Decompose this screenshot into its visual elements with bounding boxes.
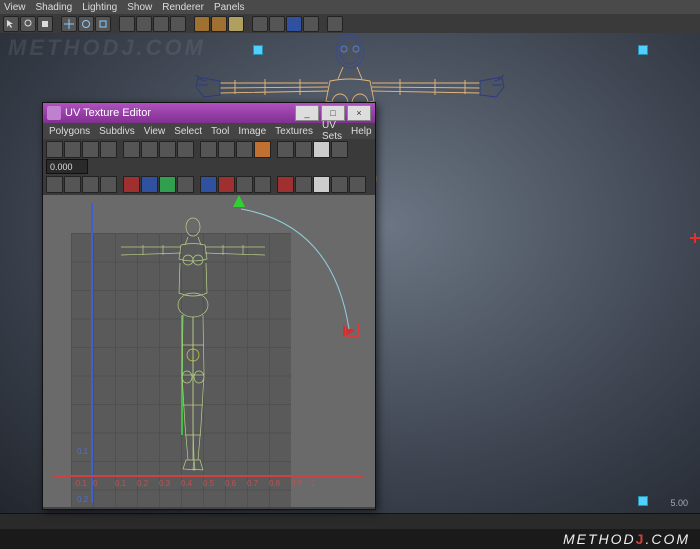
- uv-rgb-chan-btn[interactable]: [313, 176, 330, 193]
- shelf-select-icon[interactable]: [3, 16, 19, 32]
- uv-tick-x7: 0.6: [225, 479, 236, 488]
- uv-tick-x6: 0.5: [203, 479, 214, 488]
- uv-comp-edge-btn[interactable]: [141, 176, 158, 193]
- uv-shade-btn[interactable]: [313, 141, 330, 158]
- manip-handle-br[interactable]: [638, 496, 648, 506]
- move-x-handle[interactable]: [345, 323, 359, 337]
- uv-comp-face-btn[interactable]: [159, 176, 176, 193]
- uv-menu-textures[interactable]: Textures: [275, 126, 313, 137]
- uv-row2-3[interactable]: [82, 176, 99, 193]
- uv-tool-2[interactable]: [64, 141, 81, 158]
- uv-shell-wireframe[interactable]: [103, 215, 283, 473]
- uv-tick-x3: 0.2: [137, 479, 148, 488]
- uv-tick-y1: 0.1: [77, 447, 88, 456]
- uv-menu-tool[interactable]: Tool: [211, 126, 229, 137]
- uv-sew-btn[interactable]: [218, 141, 235, 158]
- uv-tick-x8: 0.7: [247, 479, 258, 488]
- shelf-lasso-icon[interactable]: [20, 16, 36, 32]
- uv-menu-help[interactable]: Help: [351, 126, 372, 137]
- timeline-bar[interactable]: [0, 513, 700, 529]
- uv-row2-4[interactable]: [100, 176, 117, 193]
- uv-tick-x1: 0: [93, 479, 97, 488]
- move-y-arrow-icon[interactable]: [233, 195, 245, 207]
- uv-tick-x5: 0.4: [181, 479, 192, 488]
- uv-rotate-ccw-btn[interactable]: [159, 141, 176, 158]
- shelf-rotate-icon[interactable]: [78, 16, 94, 32]
- uv-toggle2-btn[interactable]: [254, 176, 271, 193]
- shelf-move-icon[interactable]: [61, 16, 77, 32]
- uv-tick-x4: 0.3: [159, 479, 170, 488]
- uv-tick-y2: 0.2: [77, 495, 88, 504]
- uv-remove-btn[interactable]: [218, 176, 235, 193]
- manip-handle-tr[interactable]: [638, 45, 648, 55]
- uv-menu-image[interactable]: Image: [238, 126, 266, 137]
- uv-comp-uv-btn[interactable]: [177, 176, 194, 193]
- shelf-paint-icon[interactable]: [37, 16, 53, 32]
- uv-axis-v: [91, 203, 93, 503]
- uv-toolbar: 0.000: [43, 139, 375, 195]
- uv-red-chan-btn[interactable]: [277, 176, 294, 193]
- uv-tool-4[interactable]: [100, 141, 117, 158]
- uv-menu-view[interactable]: View: [144, 126, 166, 137]
- uv-rotate-cw-btn[interactable]: [177, 141, 194, 158]
- uv-menu-subdivs[interactable]: Subdivs: [99, 126, 135, 137]
- uv-window-title: UV Texture Editor: [65, 107, 151, 119]
- uv-px-btn[interactable]: [295, 141, 312, 158]
- uv-axis-h: [53, 475, 363, 477]
- brand-watermark: METHODJ.COM: [563, 531, 690, 547]
- uv-checker-btn[interactable]: [331, 176, 348, 193]
- uv-tool-3[interactable]: [82, 141, 99, 158]
- axis-marker-x-icon: [690, 233, 700, 243]
- menu-lighting[interactable]: Lighting: [82, 2, 117, 13]
- main-menubar: View Shading Lighting Show Renderer Pane…: [0, 0, 700, 14]
- uv-tick-x10: 0.9: [291, 479, 302, 488]
- uv-cut-btn[interactable]: [200, 141, 217, 158]
- shelf-snap2-icon[interactable]: [136, 16, 152, 32]
- uv-menu-select[interactable]: Select: [174, 126, 202, 137]
- uv-grid-btn[interactable]: [277, 141, 294, 158]
- uv-menu-uvsets[interactable]: UV Sets: [322, 120, 342, 142]
- uv-layout-btn[interactable]: [236, 141, 253, 158]
- uv-toggle1-btn[interactable]: [236, 176, 253, 193]
- menu-panels[interactable]: Panels: [214, 2, 245, 13]
- uv-tick-x2: 0.1: [115, 479, 126, 488]
- uv-filter-btn[interactable]: [349, 176, 366, 193]
- uv-value-field[interactable]: 0.000: [46, 159, 88, 174]
- uv-tool-1[interactable]: [46, 141, 63, 158]
- uv-row2-1[interactable]: [46, 176, 63, 193]
- minimize-button[interactable]: _: [295, 105, 319, 121]
- uv-tick-x0: -0.1: [73, 479, 87, 488]
- uv-view[interactable]: -0.1 0 0.1 0.2 0.3 0.4 0.5 0.6 0.7 0.8 0…: [43, 195, 375, 507]
- uv-menu-polygons[interactable]: Polygons: [49, 126, 90, 137]
- shelf-snap1-icon[interactable]: [119, 16, 135, 32]
- status-bar: METHODJ.COM: [0, 529, 700, 549]
- uv-alpha-chan-btn[interactable]: [295, 176, 312, 193]
- uv-flip-v-btn[interactable]: [141, 141, 158, 158]
- menu-view[interactable]: View: [4, 2, 26, 13]
- menu-renderer[interactable]: Renderer: [162, 2, 204, 13]
- uv-tick-x9: 0.8: [269, 479, 280, 488]
- maximize-button[interactable]: □: [321, 105, 345, 121]
- viewport-readout: 5.00: [670, 498, 688, 508]
- uv-row2-2[interactable]: [64, 176, 81, 193]
- uv-dim-btn[interactable]: [331, 141, 348, 158]
- uv-menubar: Polygons Subdivs View Select Tool Image …: [43, 123, 375, 139]
- uv-comp-vertex-btn[interactable]: [123, 176, 140, 193]
- uv-snapshot-btn[interactable]: [254, 141, 271, 158]
- uv-flip-u-btn[interactable]: [123, 141, 140, 158]
- uv-tick-x11: 1: [311, 479, 315, 488]
- menu-shading[interactable]: Shading: [36, 2, 73, 13]
- close-button[interactable]: ×: [347, 105, 371, 121]
- uv-texture-editor-window[interactable]: UV Texture Editor _ □ × Polygons Subdivs…: [42, 102, 376, 510]
- shelf-scale-icon[interactable]: [95, 16, 111, 32]
- menu-show[interactable]: Show: [127, 2, 152, 13]
- uv-window-icon: [47, 106, 61, 120]
- uv-isolate-btn[interactable]: [200, 176, 217, 193]
